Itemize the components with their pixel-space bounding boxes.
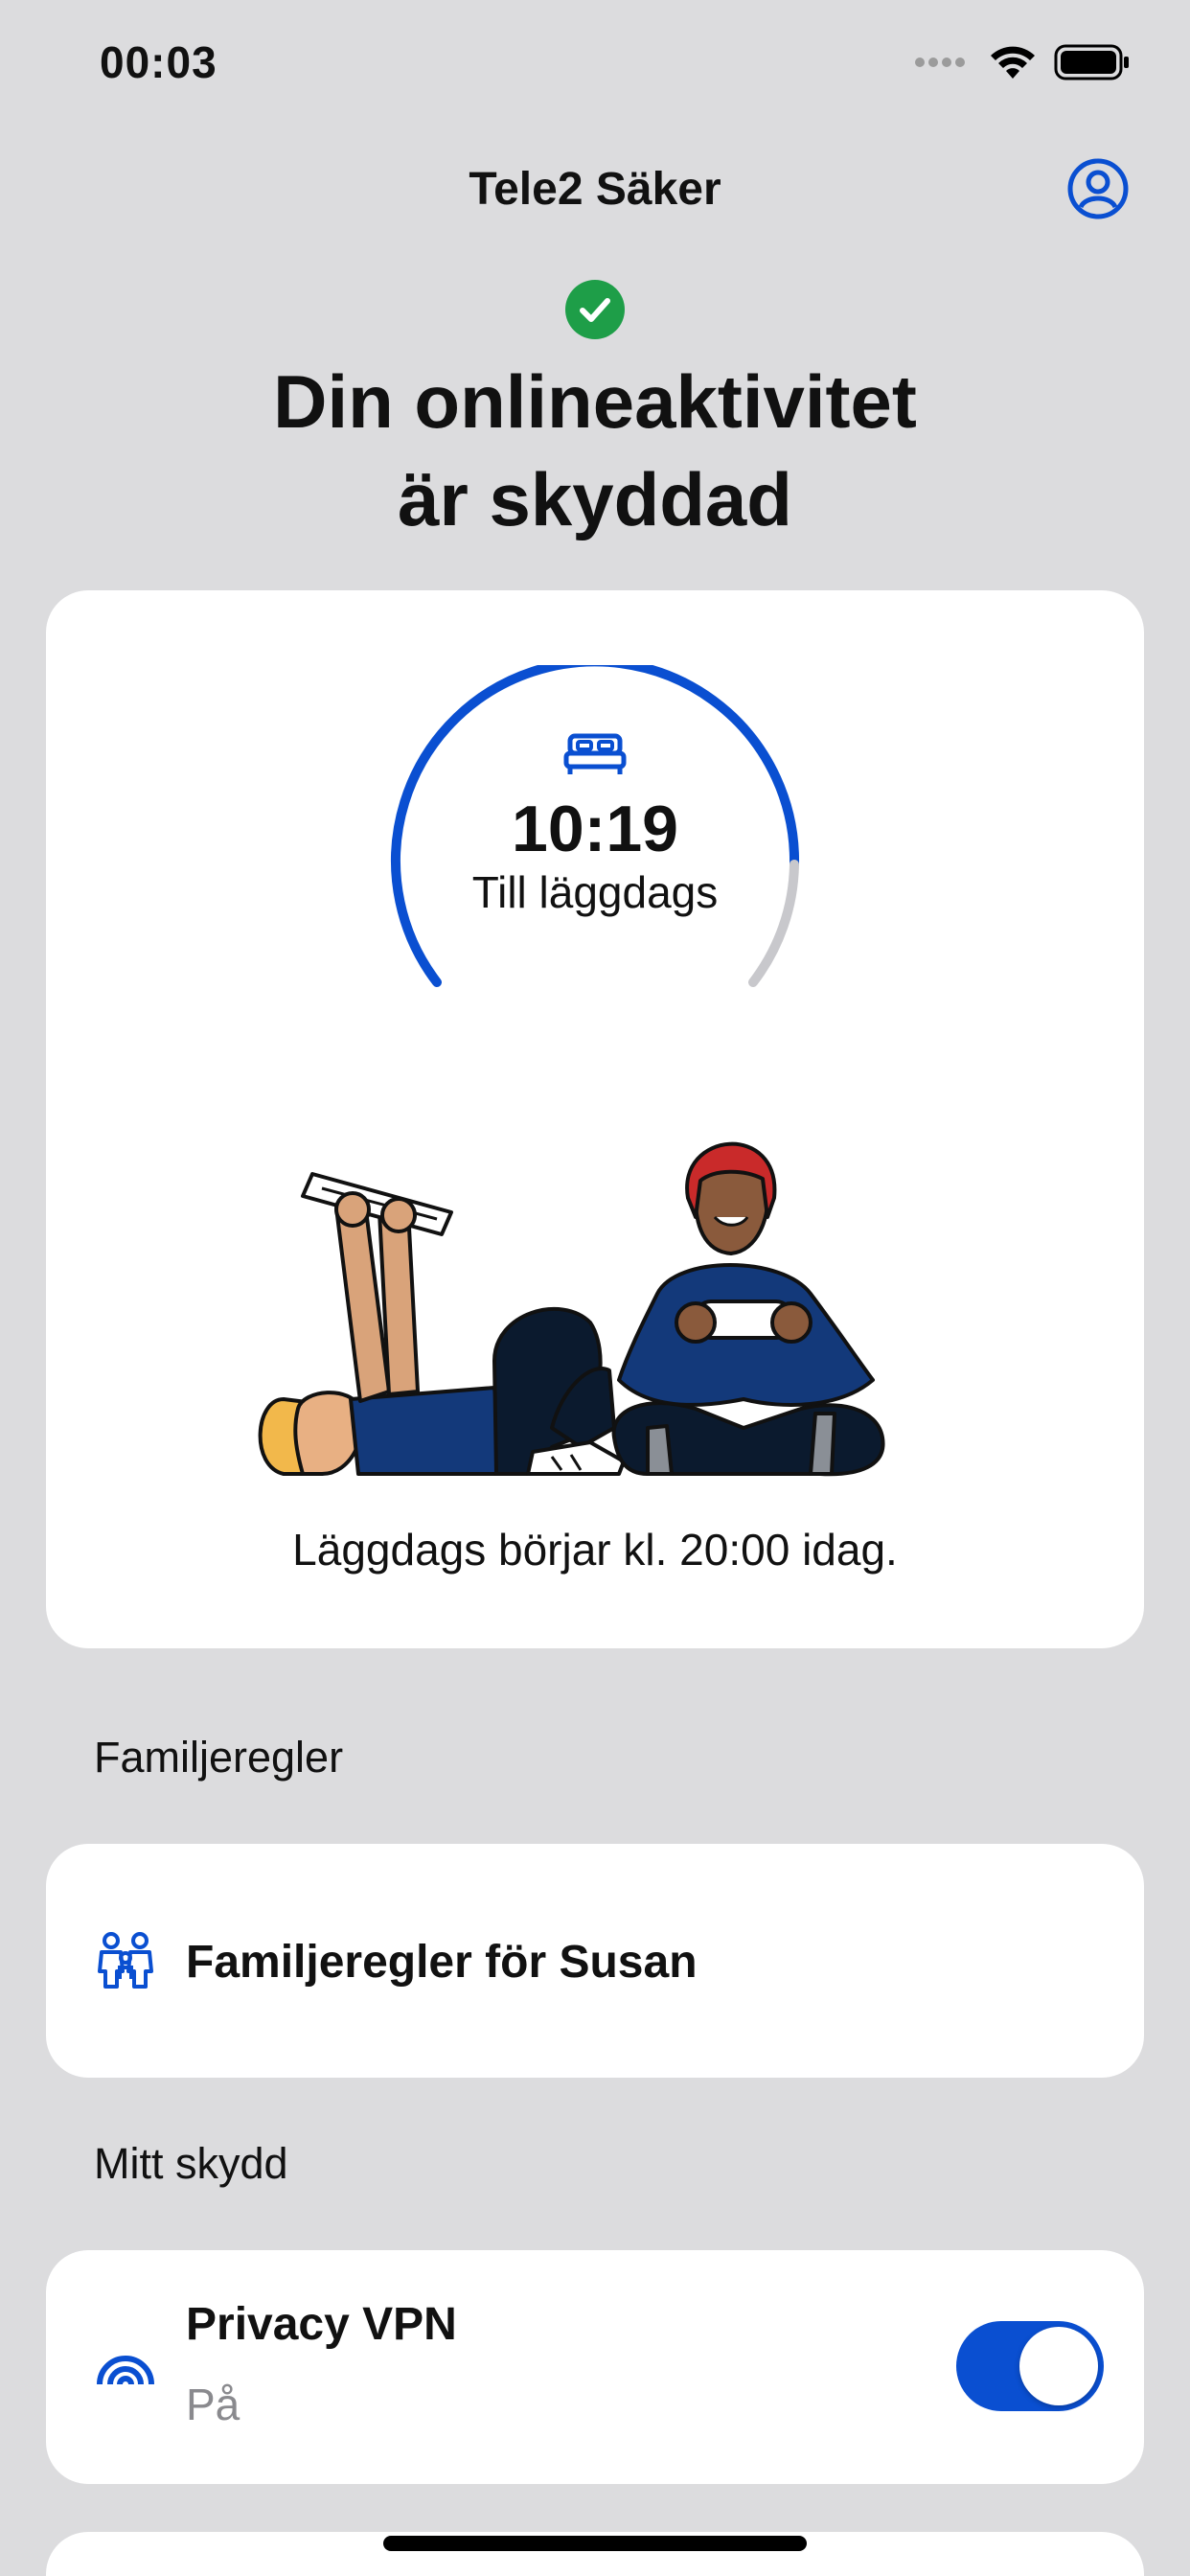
headline-line-2: är skyddad	[398, 457, 792, 541]
gaming-child-figure	[611, 1141, 885, 1477]
status-time: 00:03	[100, 37, 217, 87]
vpn-signal-icon	[97, 2356, 154, 2385]
profile-icon	[1067, 158, 1129, 219]
family-illustration	[258, 1141, 885, 1477]
nav-title: Tele2 Säker	[469, 164, 721, 215]
check-icon	[565, 280, 625, 339]
bedtime-start-note: Läggdags börjar kl. 20:00 idag.	[292, 1525, 898, 1575]
wifi-icon	[991, 46, 1035, 79]
protection-headline: Din onlineaktivitet är skyddad	[0, 353, 1190, 548]
lying-child-figure	[258, 1172, 626, 1476]
profile-button[interactable]	[1066, 157, 1130, 220]
family-icon	[98, 1932, 153, 1989]
vpn-toggle[interactable]	[956, 2321, 1104, 2411]
screen: 00:03 Tele2 Säker Din onlineaktivitet är…	[0, 0, 1190, 2576]
home-indicator[interactable]	[383, 2536, 807, 2551]
vpn-toggle-knob	[1019, 2327, 1098, 2405]
vpn-title: Privacy VPN	[186, 2299, 457, 2350]
signal-icon	[915, 58, 965, 67]
bedtime-countdown-label: Till läggdags	[471, 867, 719, 917]
bed-icon	[563, 733, 627, 774]
section-family-rules: Familjeregler	[94, 1733, 344, 1782]
vpn-status: På	[186, 2380, 240, 2429]
status-icons	[914, 44, 1131, 80]
family-rules-label: Familjeregler för Susan	[186, 1937, 698, 1988]
section-my-protection: Mitt skydd	[94, 2139, 288, 2188]
headline-line-1: Din onlineaktivitet	[273, 359, 917, 444]
battery-icon	[1054, 44, 1129, 80]
bedtime-countdown: 10:19	[512, 793, 678, 865]
